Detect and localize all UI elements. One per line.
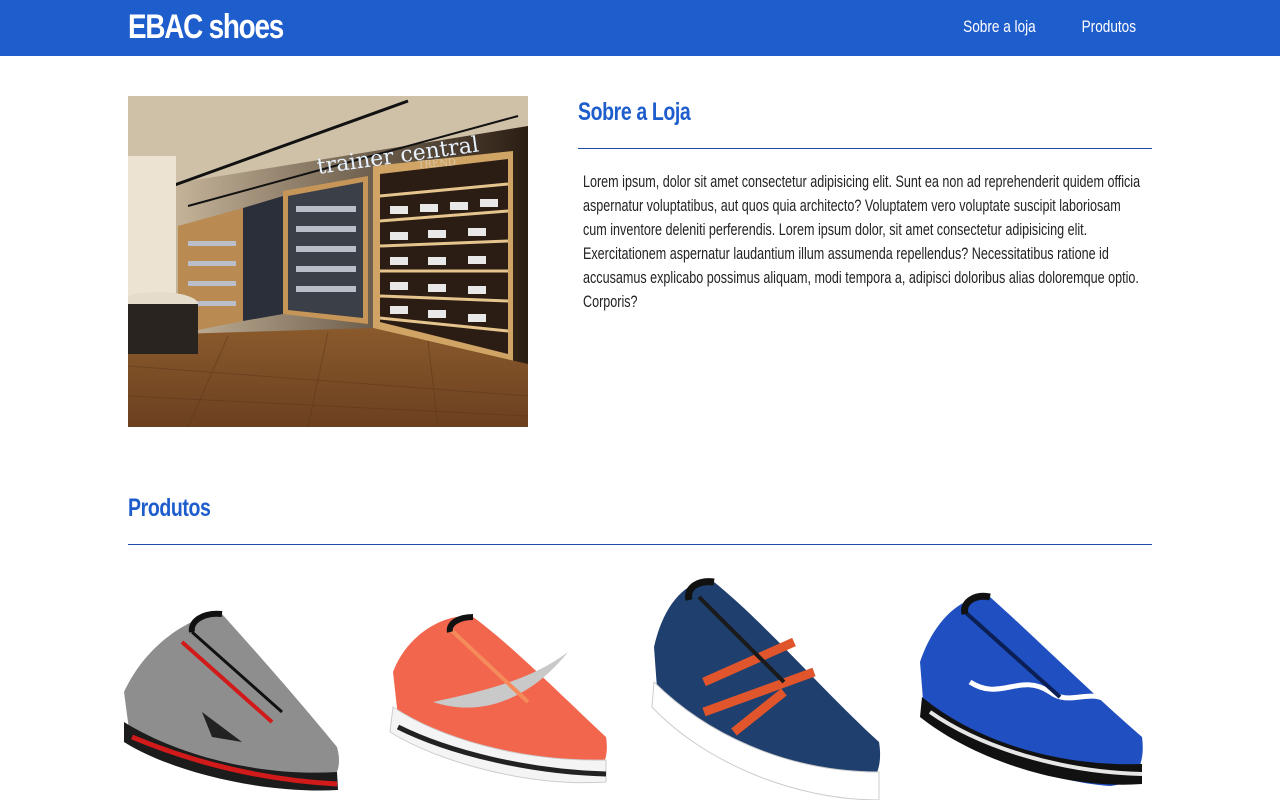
main-nav: Sobre a loja Produtos — [945, 17, 1136, 37]
about-section-title: Sobre a Loja — [578, 98, 691, 126]
asics-navy-shoe-icon — [651, 578, 881, 800]
about-paragraph: Lorem ipsum, dolor sit amet consectetur … — [583, 172, 1141, 311]
product-card-1[interactable] — [112, 572, 352, 800]
nav-link-produtos[interactable]: Produtos — [1082, 17, 1136, 37]
mizuno-grey-shoe-icon — [124, 610, 340, 791]
products-section-title: Produtos — [128, 494, 211, 522]
nike-coral-shoe-icon — [389, 614, 607, 784]
mizuno-blue-shoe-icon — [920, 592, 1143, 786]
top-navbar: EBAC shoes Sobre a loja Produtos — [0, 0, 1280, 56]
store-interior-photo: trainer central TREND — [128, 96, 528, 427]
product-card-3[interactable] — [644, 572, 884, 800]
brand-logo-link[interactable]: EBAC shoes — [128, 8, 284, 47]
product-card-2[interactable] — [378, 572, 618, 800]
nav-link-sobre-a-loja[interactable]: Sobre a loja — [963, 17, 1036, 37]
product-card-4[interactable] — [910, 572, 1150, 800]
products-divider — [128, 544, 1152, 545]
about-divider — [578, 148, 1152, 149]
